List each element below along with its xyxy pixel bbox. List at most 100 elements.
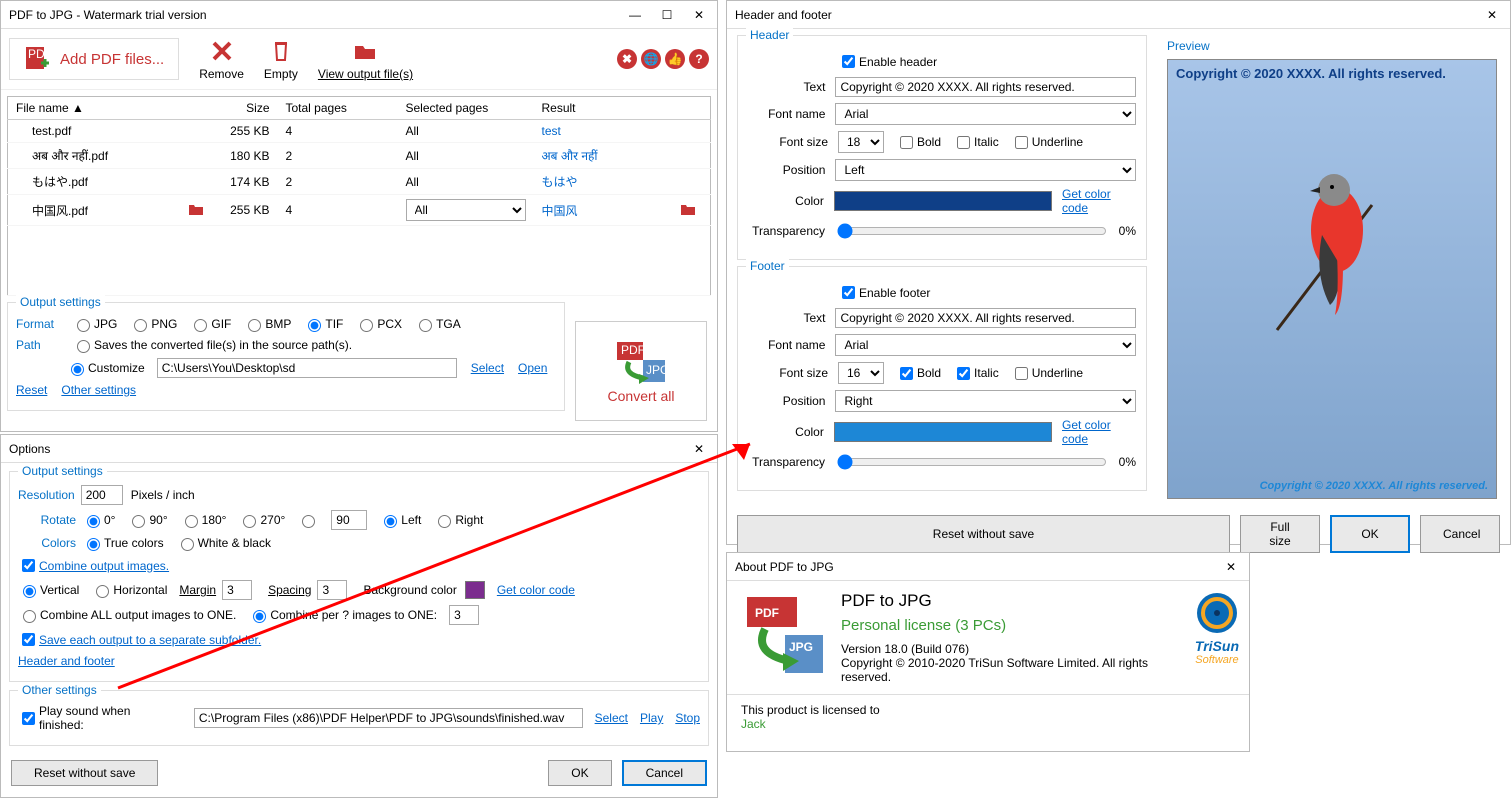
selected-pages-select[interactable]: All xyxy=(406,199,526,221)
header-footer-link[interactable]: Header and footer xyxy=(18,654,115,668)
h-bold-checkbox[interactable]: Bold xyxy=(896,133,941,152)
hf-ok-button[interactable]: OK xyxy=(1330,515,1410,553)
empty-button[interactable]: Empty xyxy=(264,37,298,81)
close-icon[interactable]: ✕ xyxy=(1482,5,1502,25)
combine-per-radio[interactable]: Combine per ? images to ONE: xyxy=(248,607,437,623)
path-open-link[interactable]: Open xyxy=(518,361,547,375)
row-folder-icon[interactable] xyxy=(680,202,696,219)
format-jpg[interactable]: JPG xyxy=(72,316,117,332)
f-text-input[interactable] xyxy=(835,308,1136,328)
f-underline-checkbox[interactable]: Underline xyxy=(1011,364,1083,383)
path-customize-radio[interactable]: Customize xyxy=(66,360,145,376)
hf-cancel-button[interactable]: Cancel xyxy=(1420,515,1500,553)
f-font-select[interactable]: Arial xyxy=(835,334,1136,356)
margin-input[interactable] xyxy=(222,580,252,600)
format-bmp[interactable]: BMP xyxy=(243,316,291,332)
sound-select-link[interactable]: Select xyxy=(595,711,628,725)
path-select-link[interactable]: Select xyxy=(471,361,504,375)
view-output-button[interactable]: View output file(s) xyxy=(318,37,413,81)
sound-path-input[interactable] xyxy=(194,708,583,728)
hf-reset-button[interactable]: Reset without save xyxy=(737,515,1230,553)
col-size[interactable]: Size xyxy=(218,97,278,120)
opt-cancel-button[interactable]: Cancel xyxy=(622,760,707,786)
f-trans-slider[interactable] xyxy=(837,454,1107,470)
play-sound-checkbox[interactable]: Play sound when finished: xyxy=(18,704,178,732)
minimize-icon[interactable]: — xyxy=(625,5,645,25)
get-color-link[interactable]: Get color code xyxy=(497,583,575,597)
format-png[interactable]: PNG xyxy=(129,316,177,332)
per-input[interactable] xyxy=(449,605,479,625)
rotate-left[interactable]: Left xyxy=(379,512,421,528)
close-icon[interactable]: ✕ xyxy=(1221,557,1241,577)
format-pcx[interactable]: PCX xyxy=(355,316,402,332)
table-row[interactable]: もはや.pdf174 KB2Allもはや xyxy=(8,169,711,195)
close-icon[interactable]: ✕ xyxy=(689,5,709,25)
help-like-icon[interactable]: 👍 xyxy=(665,49,685,69)
col-res[interactable]: Result xyxy=(534,97,711,120)
rotate-right[interactable]: Right xyxy=(433,512,483,528)
path-source-radio[interactable]: Saves the converted file(s) in the sourc… xyxy=(72,337,352,353)
f-italic-checkbox[interactable]: Italic xyxy=(953,364,999,383)
combine-all-radio[interactable]: Combine ALL output images to ONE. xyxy=(18,607,236,623)
opt-reset-button[interactable]: Reset without save xyxy=(11,760,158,786)
table-row[interactable]: अब और नहीं.pdf180 KB2Allअब और नहीं xyxy=(8,143,711,169)
maximize-icon[interactable]: ☐ xyxy=(657,5,677,25)
help-question-icon[interactable]: ? xyxy=(689,49,709,69)
h-trans-slider[interactable] xyxy=(837,223,1107,239)
rotate-270[interactable]: 270° xyxy=(238,512,285,528)
rotate-custom-input[interactable] xyxy=(331,510,367,530)
remove-button[interactable]: Remove xyxy=(199,37,244,81)
colors-true[interactable]: True colors xyxy=(82,535,164,551)
table-row[interactable]: test.pdf255 KB4Alltest xyxy=(8,120,711,143)
combine-horizontal[interactable]: Horizontal xyxy=(91,582,167,598)
resolution-input[interactable] xyxy=(81,485,123,505)
spacing-input[interactable] xyxy=(317,580,347,600)
f-color-swatch[interactable] xyxy=(834,422,1052,442)
f-pos-select[interactable]: Right xyxy=(835,390,1136,412)
combine-vertical[interactable]: Vertical xyxy=(18,582,79,598)
h-italic-checkbox[interactable]: Italic xyxy=(953,133,999,152)
bgcolor-swatch[interactable] xyxy=(465,581,485,599)
f-size-select[interactable]: 16 xyxy=(838,362,884,384)
rotate-90[interactable]: 90° xyxy=(127,512,167,528)
colors-wb[interactable]: White & black xyxy=(176,535,271,551)
table-row[interactable]: 中国风.pdf255 KB4All中国风 xyxy=(8,195,711,226)
sound-play-link[interactable]: Play xyxy=(640,711,663,725)
sound-stop-link[interactable]: Stop xyxy=(675,711,700,725)
h-font-select[interactable]: Arial xyxy=(835,103,1136,125)
close-icon[interactable]: ✕ xyxy=(689,439,709,459)
reset-link[interactable]: Reset xyxy=(16,383,47,397)
preview-header-text: Copyright © 2020 XXXX. All rights reserv… xyxy=(1176,66,1446,81)
format-tga[interactable]: TGA xyxy=(414,316,461,332)
hf-fullsize-button[interactable]: Full size xyxy=(1240,515,1320,553)
h-get-color-link[interactable]: Get color code xyxy=(1062,187,1136,215)
col-total[interactable]: Total pages xyxy=(278,97,398,120)
enable-footer-checkbox[interactable]: Enable footer xyxy=(838,283,930,302)
rotate-180[interactable]: 180° xyxy=(180,512,227,528)
rotate-0[interactable]: 0° xyxy=(82,512,115,528)
col-sel[interactable]: Selected pages xyxy=(398,97,534,120)
h-color-swatch[interactable] xyxy=(834,191,1052,211)
h-underline-checkbox[interactable]: Underline xyxy=(1011,133,1083,152)
convert-all-button[interactable]: PDFJPG Convert all xyxy=(575,321,707,421)
f-get-color-link[interactable]: Get color code xyxy=(1062,418,1136,446)
f-bold-checkbox[interactable]: Bold xyxy=(896,364,941,383)
enable-header-checkbox[interactable]: Enable header xyxy=(838,52,937,71)
col-name[interactable]: File name ▲ xyxy=(8,97,218,120)
path-input[interactable] xyxy=(157,358,457,378)
help-settings-icon[interactable]: ✖ xyxy=(617,49,637,69)
rotate-custom[interactable] xyxy=(297,512,319,528)
row-folder-icon[interactable] xyxy=(188,202,204,219)
h-size-select[interactable]: 18 xyxy=(838,131,884,153)
format-gif[interactable]: GIF xyxy=(189,316,231,332)
h-text-input[interactable] xyxy=(835,77,1136,97)
combine-checkbox[interactable]: Combine output images. xyxy=(18,556,169,575)
add-pdf-button[interactable]: PDF Add PDF files... xyxy=(9,38,179,80)
h-pos-select[interactable]: Left xyxy=(835,159,1136,181)
format-tif[interactable]: TIF xyxy=(303,316,343,332)
other-settings-link[interactable]: Other settings xyxy=(61,383,136,397)
brand-name: TriSun xyxy=(1195,638,1239,654)
opt-ok-button[interactable]: OK xyxy=(548,760,611,786)
help-web-icon[interactable]: 🌐 xyxy=(641,49,661,69)
save-sub-checkbox[interactable]: Save each output to a separate subfolder… xyxy=(18,630,261,649)
